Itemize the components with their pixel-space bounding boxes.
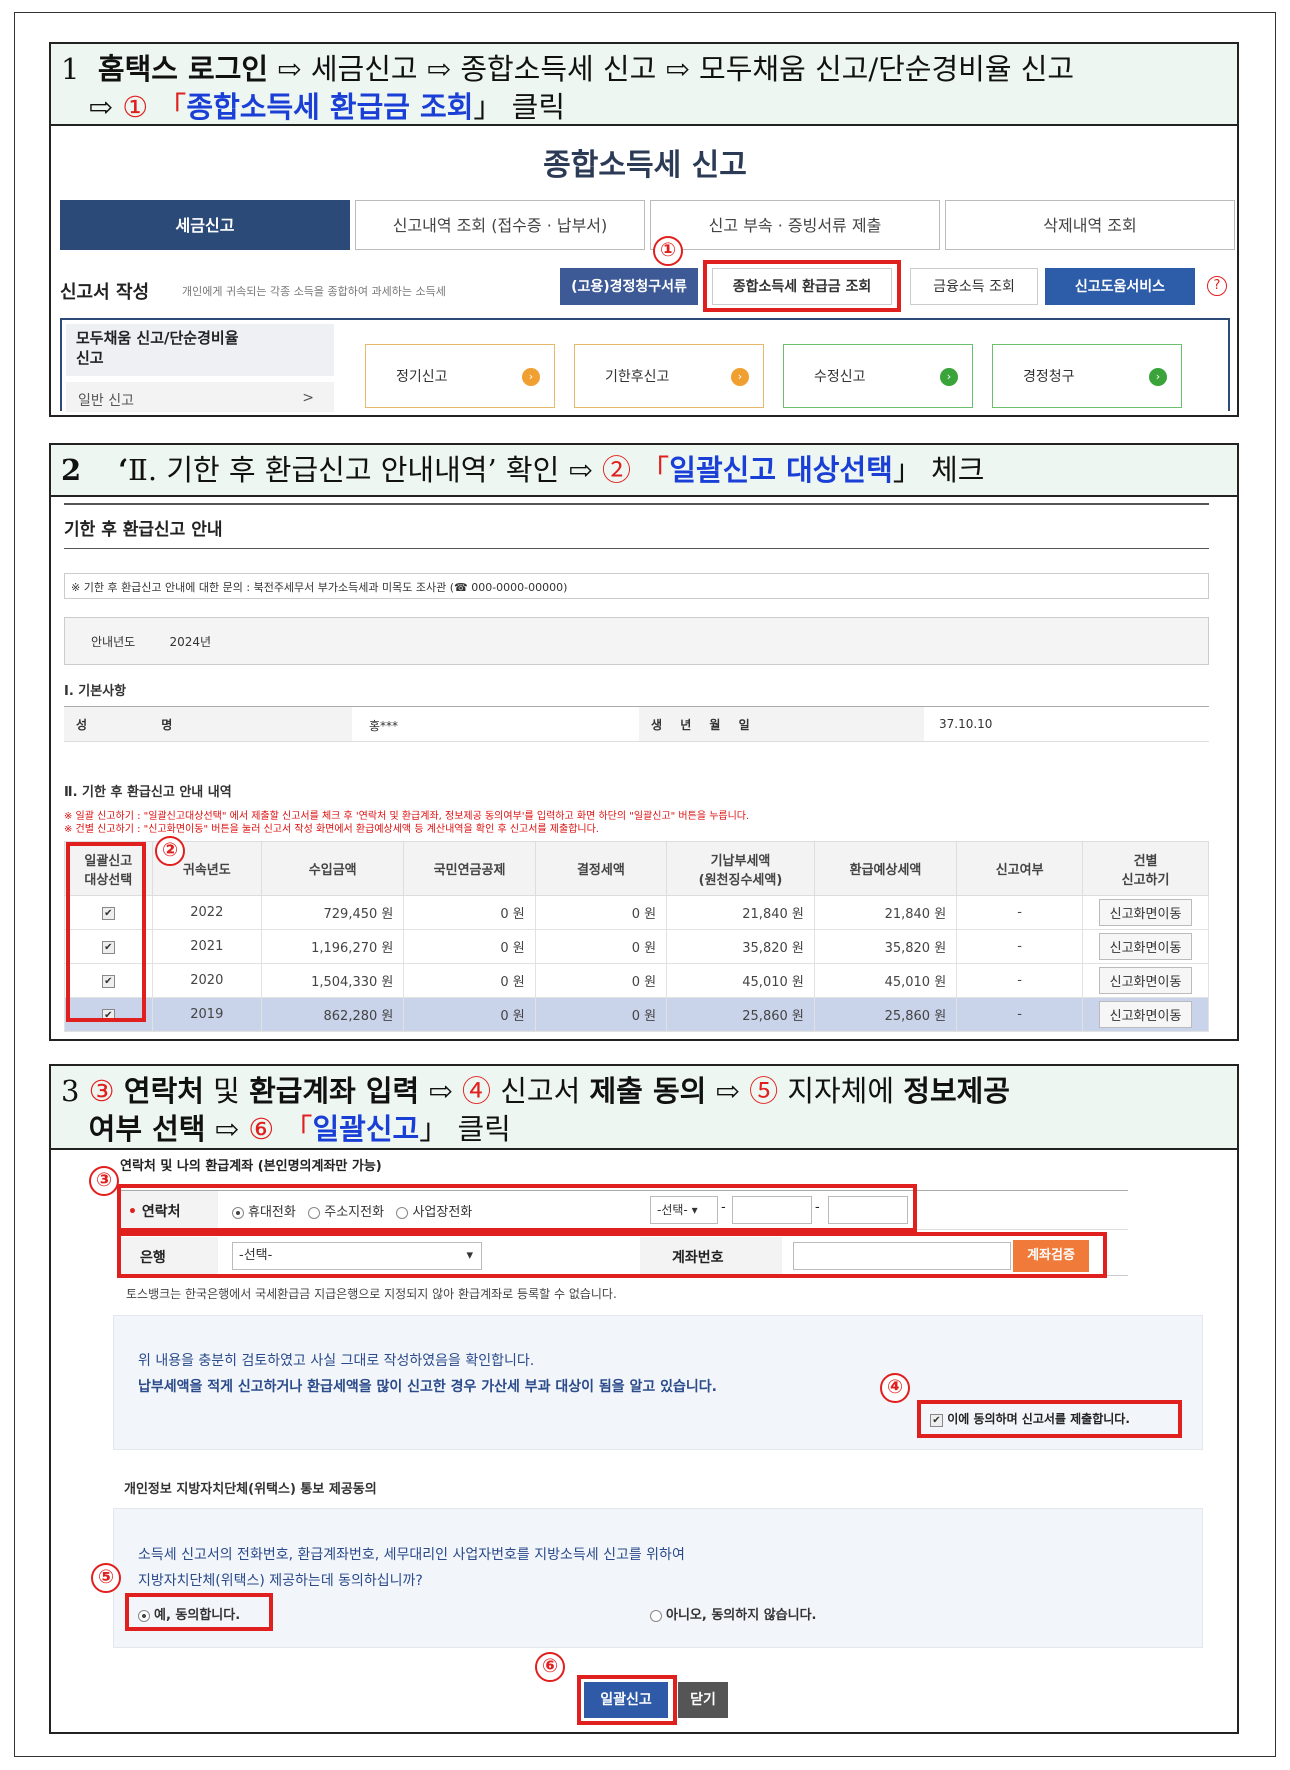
step3-target-text: 일괄신고	[312, 1112, 420, 1146]
form-description: 개인에게 귀속되는 각종 소득을 종합하여 과세하는 소득세	[182, 285, 446, 298]
step2-heading: 2 ‘Ⅱ. 기한 후 환급신고 안내내역’ 확인 ⇨ ② 「일괄신고 대상선택」…	[51, 445, 1237, 497]
help-icon[interactable]: ?	[1207, 276, 1227, 296]
screen-title: 종합소득세 신고	[543, 148, 747, 183]
card-correction-claim[interactable]: 경정청구 ›	[992, 344, 1182, 408]
arrow-icon: ›	[940, 368, 958, 386]
note-individual: ※ 건별 신고하기 : "신고화면이동" 버튼을 눌러 신고서 작성 화면에서 …	[64, 824, 599, 835]
radio-icon	[650, 1609, 662, 1622]
card-late-report[interactable]: 기한후신고 ›	[574, 344, 764, 408]
highlight-bank-account	[117, 1232, 1107, 1278]
year-box: 안내년도 2024년	[64, 617, 1209, 665]
tab-deleted-history[interactable]: 삭제내역 조회	[945, 200, 1235, 250]
table-row: ✔ 2021 1,196,270 원 0 원 0 원 35,820 원 35,8…	[64, 929, 1209, 964]
chevron-right-icon: >	[302, 390, 314, 406]
highlight-bulk-submit	[577, 1675, 677, 1725]
move-to-report-button[interactable]: 신고화면이동	[1098, 1001, 1193, 1028]
section-basic-title: Ⅰ. 기본사항	[64, 684, 127, 699]
side-menu-item-simple[interactable]: 모두채움 신고/단순경비율 신고	[66, 324, 334, 376]
radio-agree-no[interactable]: 아니오, 동의하지 않습니다.	[650, 1604, 817, 1623]
tab-attachments[interactable]: 신고 부속 · 증빙서류 제출	[650, 200, 940, 250]
marker-1: ①	[653, 236, 683, 266]
arrow-icon: ›	[522, 368, 540, 386]
toss-bank-note: 토스뱅크는 한국은행에서 국세환급금 지급은행으로 지정되지 않아 환급계좌로 …	[126, 1287, 617, 1301]
move-to-report-button[interactable]: 신고화면이동	[1098, 933, 1193, 960]
refund-table: 일괄신고 대상선택 귀속년도 수입금액 국민연금공제 결정세액 기납부세액 (원…	[64, 841, 1209, 1032]
marker-3: ③	[89, 1166, 119, 1196]
privacy-line-1: 소득세 신고서의 전화번호, 환급계좌번호, 세무대리인 사업자번호를 지방소득…	[138, 1547, 685, 1563]
inquiry-box: ※ 기한 후 환급신고 안내에 대한 문의 : 북전주세무서 부가소득세과 미목…	[64, 573, 1209, 599]
arrow-icon: ›	[731, 368, 749, 386]
close-button[interactable]: 닫기	[678, 1682, 728, 1718]
highlight-contact	[117, 1184, 917, 1232]
confirm-line-1: 위 내용을 충분히 검토하였고 사실 그대로 작성하였음을 확인합니다.	[138, 1353, 535, 1369]
marker-2: ②	[155, 836, 185, 866]
card-amended-report[interactable]: 수정신고 ›	[783, 344, 973, 408]
step1-target-text: 종합소득세 환급금 조회	[186, 90, 474, 124]
financial-income-button[interactable]: 금융소득 조회	[910, 268, 1038, 305]
page-title: 기한 후 환급신고 안내	[64, 520, 223, 540]
move-to-report-button[interactable]: 신고화면이동	[1098, 899, 1193, 926]
highlight-agree-yes	[125, 1593, 273, 1631]
privacy-line-2: 지방자치단체(위택스) 제공하는데 동의하십니까?	[138, 1573, 423, 1589]
highlight-bulk-select-column	[66, 842, 146, 1022]
privacy-title: 개인정보 지방자치단체(위택스) 통보 제공동의	[124, 1482, 377, 1497]
basic-info-row: 성 명 홍*** 생 년 월 일 37.10.10	[64, 706, 1209, 742]
table-header: 일괄신고 대상선택 귀속년도 수입금액 국민연금공제 결정세액 기납부세액 (원…	[64, 841, 1209, 896]
marker-6: ⑥	[535, 1652, 565, 1682]
section-detail-title: Ⅱ. 기한 후 환급신고 안내 내역	[64, 785, 232, 800]
move-to-report-button[interactable]: 신고화면이동	[1098, 967, 1193, 994]
divider	[64, 548, 1209, 549]
side-menu-item-general[interactable]: 일반 신고 >	[66, 382, 334, 412]
step3-heading: 3 ③ 연락처 및 환급계좌 입력 ⇨ ④ 신고서 제출 동의 ⇨ ⑤ 지자체에…	[51, 1066, 1237, 1150]
table-row: ✔ 2019 862,280 원 0 원 0 원 25,860 원 25,860…	[64, 997, 1209, 1032]
arrow-icon: ›	[1149, 368, 1167, 386]
report-help-service-button[interactable]: 신고도움서비스	[1045, 268, 1195, 305]
step2-target-text: 일괄신고 대상선택	[669, 453, 893, 487]
tab-report-history[interactable]: 신고내역 조회 (접수증 · 납부서)	[355, 200, 645, 250]
marker-4: ④	[880, 1373, 910, 1403]
step1-heading: 1 홈택스 로그인 ⇨ 세금신고 ⇨ 종합소득세 신고 ⇨ 모두채움 신고/단순…	[51, 44, 1237, 126]
form-label: 신고서 작성	[60, 282, 150, 303]
marker-5: ⑤	[91, 1563, 121, 1593]
confirm-line-2: 납부세액을 적게 신고하거나 환급세액을 많이 신고한 경우 가산세 부과 대상…	[138, 1379, 718, 1395]
divider	[64, 503, 1209, 505]
highlight-refund-inquiry	[703, 260, 901, 312]
highlight-agree	[917, 1400, 1182, 1438]
tab-tax-report[interactable]: 세금신고	[60, 200, 350, 250]
table-row: ✔ 2020 1,504,330 원 0 원 0 원 45,010 원 45,0…	[64, 963, 1209, 998]
table-row: ✔ 2022 729,450 원 0 원 0 원 21,840 원 21,840…	[64, 895, 1209, 930]
employment-claim-button[interactable]: (고용)경정청구서류	[560, 268, 698, 305]
contact-block-title: 연락처 및 나의 환급계좌 (본인명의계좌만 가능)	[120, 1159, 382, 1174]
card-regular-report[interactable]: 정기신고 ›	[365, 344, 555, 408]
